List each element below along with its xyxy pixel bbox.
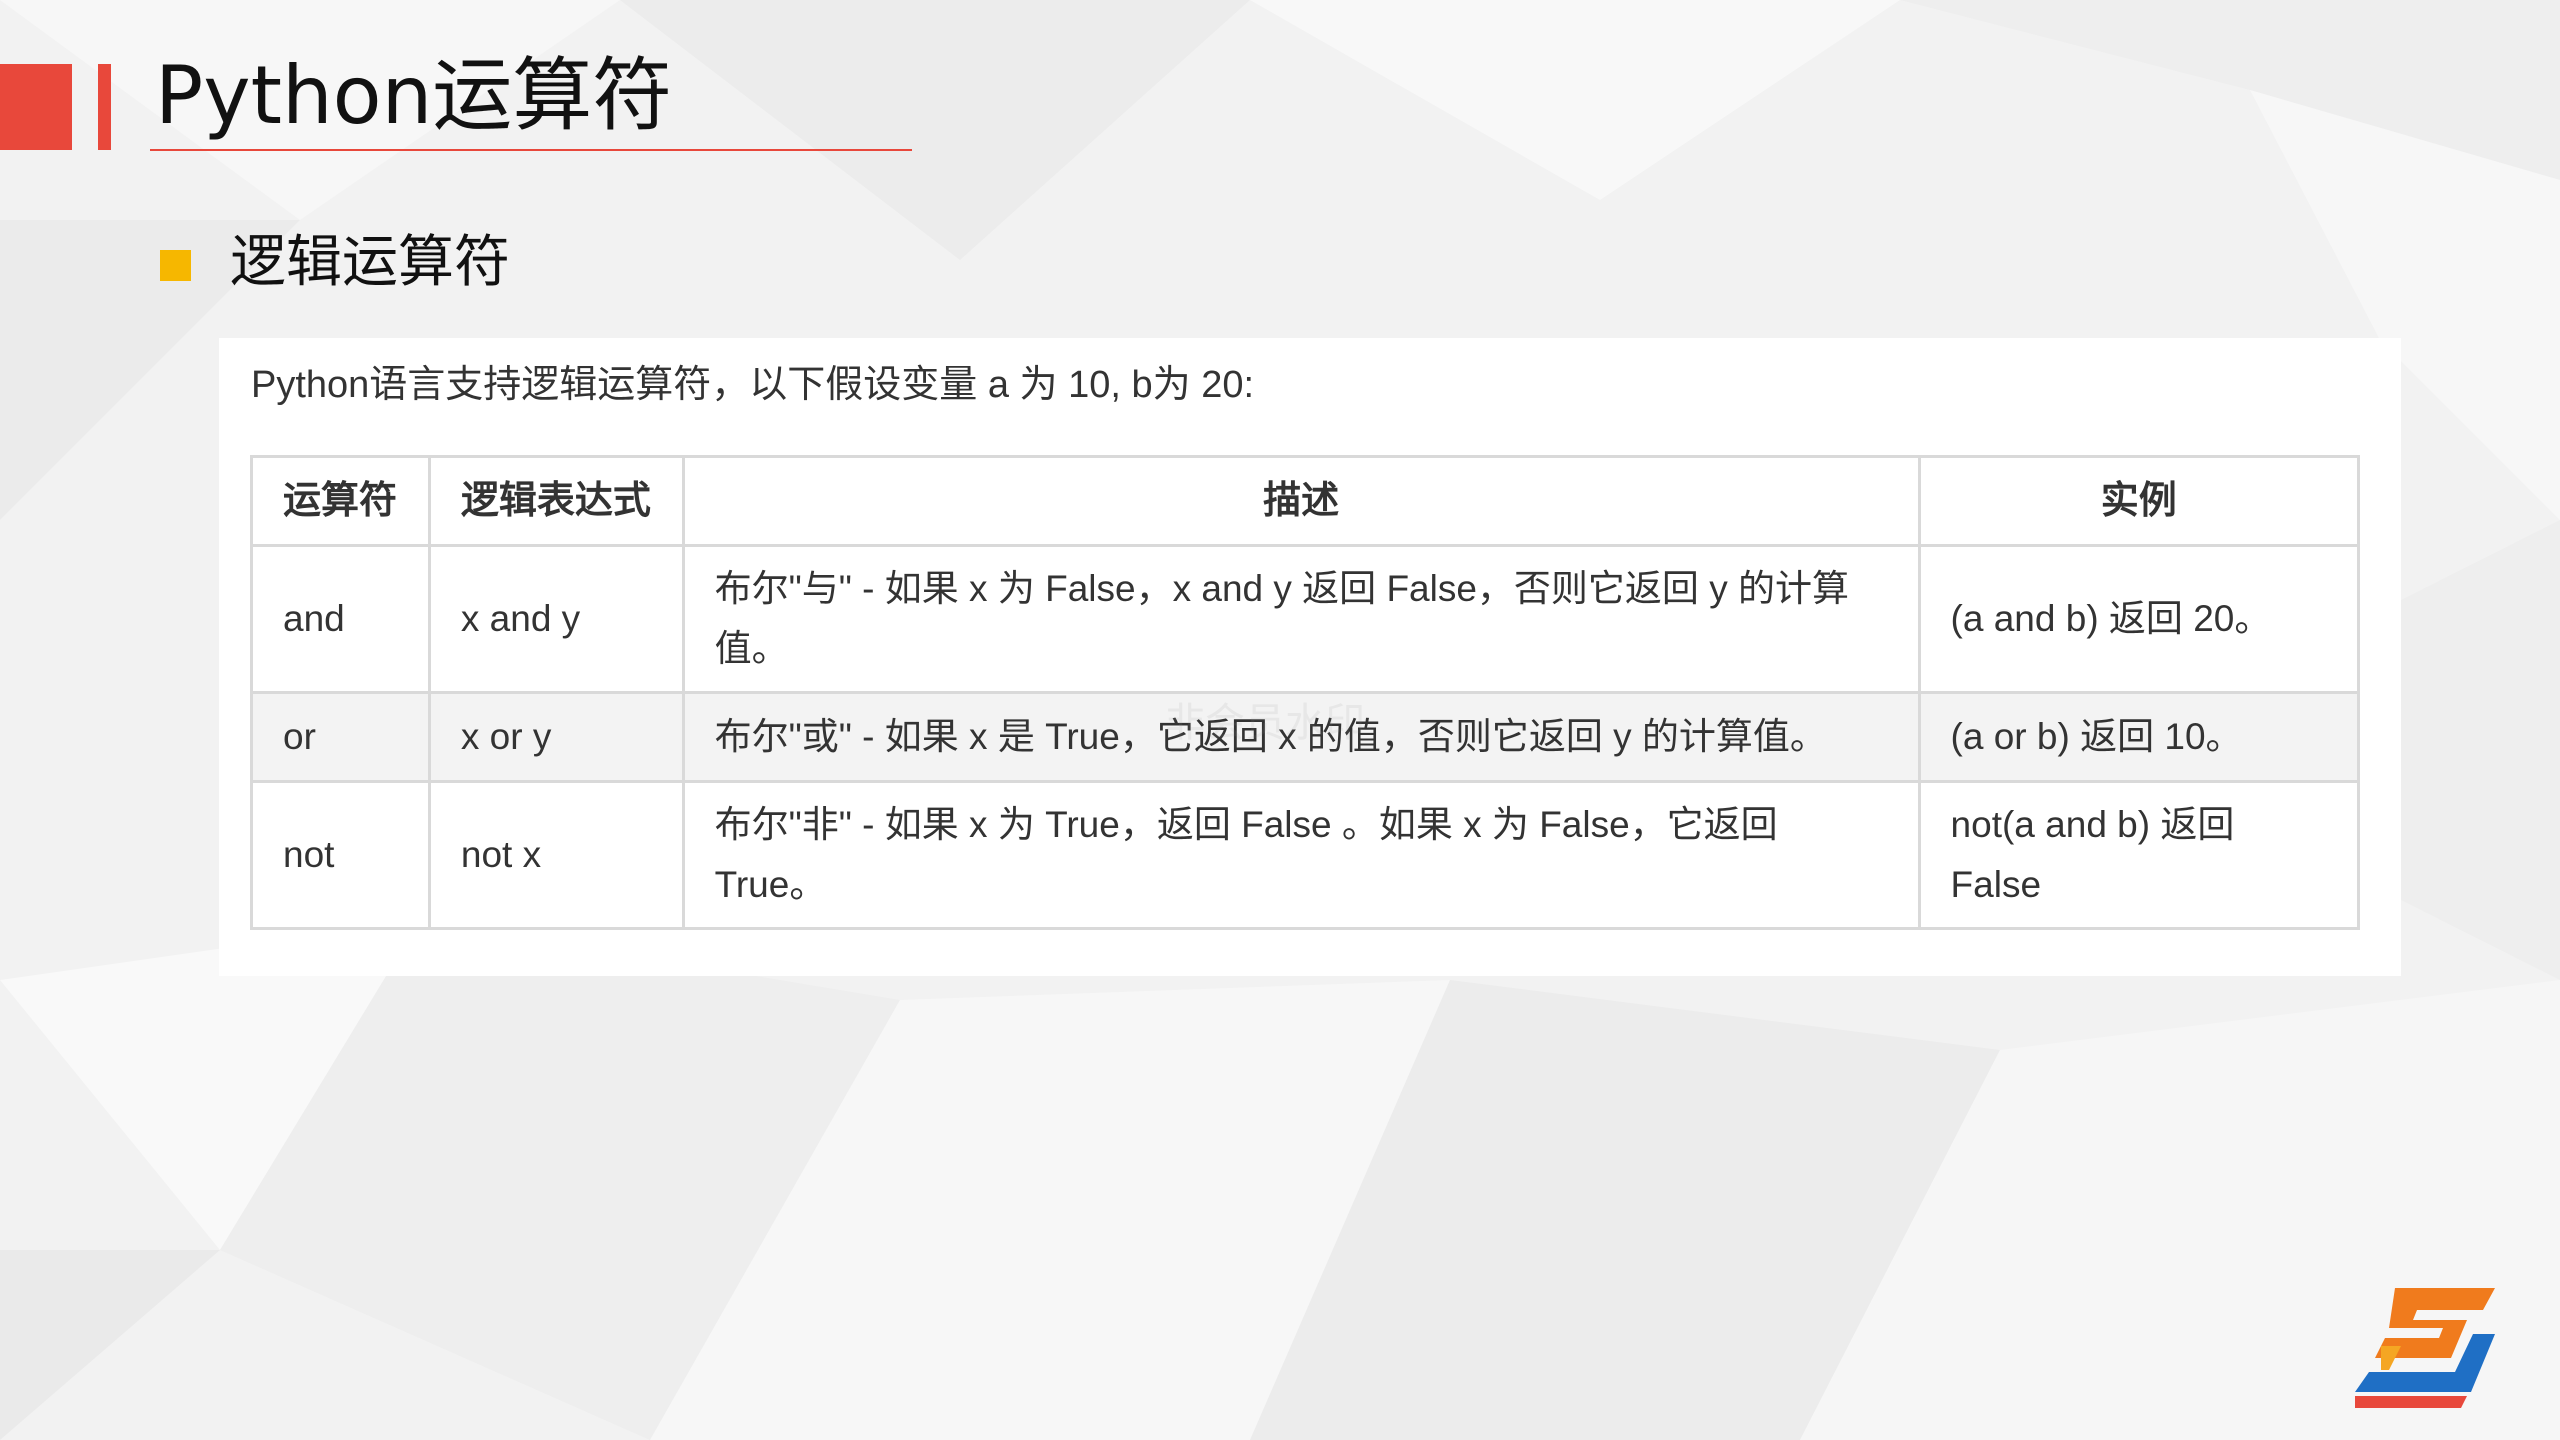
cell-description: 布尔"与" - 如果 x 为 False，x and y 返回 False，否则… <box>681 544 1921 694</box>
table-header-row: 运算符 逻辑表达式 描述 实例 <box>250 455 2361 547</box>
intro-text: Python语言支持逻辑运算符，以下假设变量 a 为 10, b为 20: <box>251 364 1255 406</box>
cell-expression: x or y <box>427 691 685 783</box>
cell-operator: not <box>250 780 431 930</box>
header-description: 描述 <box>681 455 1921 547</box>
title-accent-bar <box>98 64 111 150</box>
cell-example: not(a and b) 返回 False <box>1917 780 2361 930</box>
section-title: 逻辑运算符 <box>230 230 510 295</box>
s-logo-icon <box>2355 1288 2495 1408</box>
cell-example: (a or b) 返回 10。 <box>1917 691 2361 783</box>
square-bullet-icon <box>160 250 191 281</box>
table-row: not not x 布尔"非" - 如果 x 为 True，返回 False 。… <box>250 780 2361 930</box>
cell-description: 布尔"非" - 如果 x 为 True，返回 False 。如果 x 为 Fal… <box>681 780 1921 930</box>
title-accent-block <box>0 64 72 150</box>
cell-operator: and <box>250 544 431 694</box>
cell-expression: not x <box>427 780 685 930</box>
slide-title: Python运算符 <box>155 49 673 142</box>
header-operator: 运算符 <box>250 455 431 547</box>
watermark-text: 非会员水印 <box>1165 700 1365 746</box>
table-row: and x and y 布尔"与" - 如果 x 为 False，x and y… <box>250 544 2361 694</box>
content-card: Python语言支持逻辑运算符，以下假设变量 a 为 10, b为 20: 运算… <box>219 338 2401 976</box>
cell-operator: or <box>250 691 431 783</box>
title-underline <box>150 149 912 151</box>
cell-example: (a and b) 返回 20。 <box>1917 544 2361 694</box>
cell-expression: x and y <box>427 544 685 694</box>
header-example: 实例 <box>1917 455 2361 547</box>
header-expression: 逻辑表达式 <box>427 455 685 547</box>
